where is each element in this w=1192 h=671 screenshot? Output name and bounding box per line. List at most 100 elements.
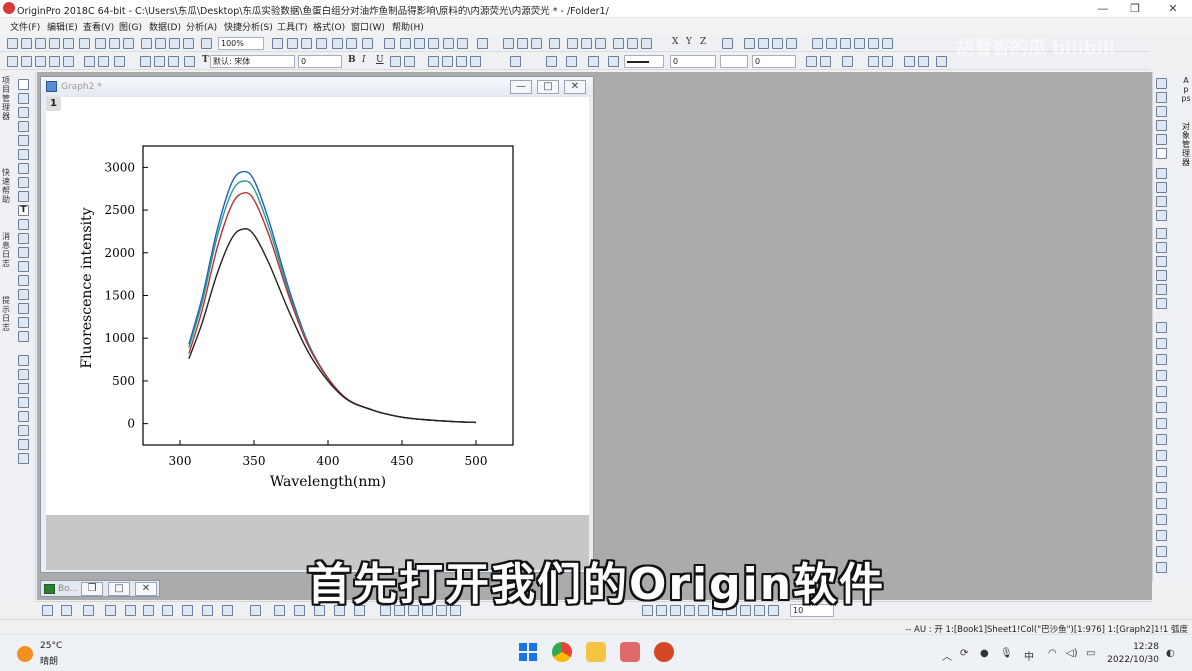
- ungroup-icon[interactable]: [868, 38, 879, 49]
- new-layout-icon[interactable]: [95, 38, 106, 49]
- filter-toggle-icon[interactable]: [641, 38, 652, 49]
- object-manager-tab[interactable]: 对象管理器: [1181, 122, 1191, 167]
- restore-button[interactable]: ❐: [1116, 0, 1154, 18]
- menu-quick-analysis[interactable]: 快捷分析(S): [224, 20, 273, 33]
- file-explorer-icon[interactable]: [586, 642, 606, 662]
- series-line-4[interactable]: [188, 228, 477, 424]
- font-size-select[interactable]: 0: [298, 55, 342, 68]
- new-notes-icon[interactable]: [109, 38, 120, 49]
- merge-icon[interactable]: [457, 38, 468, 49]
- menu-tools[interactable]: 工具(T): [277, 20, 308, 33]
- grid-table-icon[interactable]: [18, 453, 29, 464]
- start-button[interactable]: [518, 642, 538, 662]
- region-icon[interactable]: [18, 289, 29, 300]
- apps-tab[interactable]: Apps: [1181, 76, 1191, 103]
- save-icon[interactable]: [169, 38, 180, 49]
- last-icon[interactable]: [786, 38, 797, 49]
- insert-text-icon[interactable]: [18, 411, 29, 422]
- swap-icon[interactable]: [1156, 210, 1167, 221]
- align-icon[interactable]: [477, 38, 488, 49]
- symbol-select[interactable]: [720, 55, 748, 68]
- menu-data[interactable]: 数据(D): [149, 20, 181, 33]
- layout-icon[interactable]: [18, 355, 29, 366]
- line-width-select[interactable]: 0: [670, 55, 716, 68]
- copy-icon[interactable]: [154, 56, 165, 67]
- matrix-icon[interactable]: [868, 56, 879, 67]
- subscript-icon[interactable]: [404, 56, 415, 67]
- hand-icon[interactable]: [18, 275, 29, 286]
- fit-nonlinear-icon[interactable]: [1156, 106, 1167, 117]
- stats-icon[interactable]: [531, 38, 542, 49]
- project-explorer-tab[interactable]: 项目管理器: [1, 76, 11, 121]
- box-icon[interactable]: [18, 397, 29, 408]
- data-info-icon[interactable]: [428, 38, 439, 49]
- wifi-icon[interactable]: ◠: [1048, 648, 1057, 659]
- series-line-3[interactable]: [188, 191, 477, 424]
- gadget-icon[interactable]: [84, 56, 95, 67]
- object-align-3-icon[interactable]: [1156, 354, 1167, 365]
- border-icon[interactable]: [608, 56, 619, 67]
- screen-icon[interactable]: [98, 56, 109, 67]
- zoom-in-icon[interactable]: [18, 107, 29, 118]
- underline-button[interactable]: U: [376, 55, 384, 65]
- symbol-shape-icon[interactable]: [806, 56, 817, 67]
- x-label[interactable]: X: [672, 37, 678, 47]
- table-icon[interactable]: [63, 56, 74, 67]
- font-select[interactable]: 默认: 宋体: [210, 55, 295, 68]
- pattern-icon[interactable]: [566, 56, 577, 67]
- filter-icon[interactable]: [613, 38, 624, 49]
- merge-graph-icon[interactable]: [1156, 182, 1167, 193]
- menu-view[interactable]: 查看(V): [83, 20, 114, 33]
- filter-clear-icon[interactable]: [627, 38, 638, 49]
- duplicate-icon[interactable]: [287, 38, 298, 49]
- align-text-icon[interactable]: [470, 56, 481, 67]
- grid-icon[interactable]: [842, 56, 853, 67]
- matrix-layer-icon[interactable]: [35, 56, 46, 67]
- object-align-11-icon[interactable]: [1156, 482, 1167, 493]
- refresh-icon[interactable]: [272, 38, 283, 49]
- axis-full-icon[interactable]: [1156, 270, 1167, 281]
- italic-button[interactable]: I: [362, 55, 366, 65]
- superscript-icon[interactable]: [390, 56, 401, 67]
- graph-close-button[interactable]: ✕: [564, 80, 586, 94]
- peak-icon[interactable]: [1156, 120, 1167, 131]
- clock-time[interactable]: 12:28: [1111, 642, 1159, 652]
- chrome-icon[interactable]: [552, 642, 572, 662]
- cross-icon[interactable]: [882, 56, 893, 67]
- axis-left-icon[interactable]: [1156, 256, 1167, 267]
- z-label[interactable]: Z: [700, 37, 706, 47]
- bold-button[interactable]: B: [348, 55, 356, 65]
- tray-sync-icon[interactable]: ⟳: [960, 648, 968, 659]
- object-align-7-icon[interactable]: [1156, 418, 1167, 429]
- menu-window[interactable]: 窗口(W): [351, 20, 385, 33]
- zoom-pan-icon[interactable]: [18, 93, 29, 104]
- tray-app-icon[interactable]: ●: [980, 648, 989, 659]
- graph-maximize-button[interactable]: □: [537, 80, 559, 94]
- text-tool-icon[interactable]: T: [202, 55, 209, 65]
- layer-tool-icon[interactable]: [1156, 168, 1167, 179]
- fit-linear-icon[interactable]: [1156, 92, 1167, 103]
- highlight-icon[interactable]: [840, 38, 851, 49]
- powerpoint-icon[interactable]: [654, 642, 674, 662]
- object-align-4-icon[interactable]: [1156, 370, 1167, 381]
- color-scale-icon[interactable]: [18, 219, 29, 230]
- graph-layer-icon[interactable]: [21, 56, 32, 67]
- font-color-icon[interactable]: [510, 56, 521, 67]
- circle-tool-icon[interactable]: [18, 369, 29, 380]
- code-builder-icon[interactable]: [316, 38, 327, 49]
- clock-date[interactable]: 2022/10/30: [1105, 655, 1159, 665]
- new-excel-icon[interactable]: [123, 38, 134, 49]
- data-reader-icon[interactable]: [18, 149, 29, 160]
- next-icon[interactable]: [772, 38, 783, 49]
- data-selector-icon[interactable]: [18, 177, 29, 188]
- worksheet-icon[interactable]: [49, 56, 60, 67]
- color-picker-icon[interactable]: [18, 425, 29, 436]
- notification-icon[interactable]: ◐: [1166, 648, 1175, 659]
- add-column-icon[interactable]: [517, 38, 528, 49]
- line-tool-icon[interactable]: [18, 247, 29, 258]
- object-align-6-icon[interactable]: [1156, 402, 1167, 413]
- new-project-icon[interactable]: [7, 38, 18, 49]
- close-button[interactable]: ✕: [1154, 0, 1192, 18]
- object-align-14-icon[interactable]: [1156, 530, 1167, 541]
- layer-icon[interactable]: [7, 56, 18, 67]
